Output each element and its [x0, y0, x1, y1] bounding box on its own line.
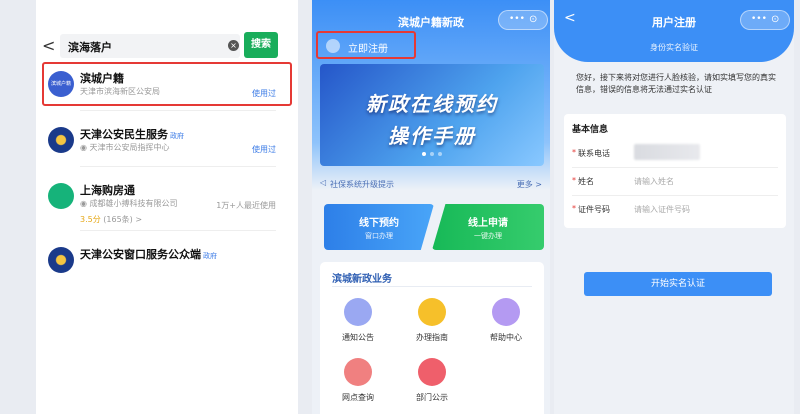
search-bar: < 滨海落户 × 搜索 [36, 32, 298, 60]
search-results: 滨城户籍 滨城户籍 天津市滨海新区公安局 使用过 天津公安民生服务 政府 ◉ 天津… [36, 62, 298, 294]
service-department[interactable]: 部门公示 [404, 358, 460, 414]
section-title: 基本信息 [572, 125, 609, 135]
service-outlet-search[interactable]: 网点查询 [330, 358, 386, 414]
clear-icon[interactable]: × [228, 40, 239, 51]
phone-row: * 联系电话 [572, 140, 778, 168]
more-icon[interactable]: ••• [509, 14, 525, 24]
register-panel: < 用户注册 ••• ⊙ 身份实名验证 您好，接下来将对您进行人脸核验，请如实填… [554, 0, 794, 414]
more-icon[interactable]: ••• [751, 14, 767, 24]
police-badge-icon [48, 127, 74, 153]
offline-title: 线下预约 [359, 218, 399, 229]
start-verification-button[interactable]: 开始实名认证 [584, 272, 772, 296]
offline-sub: 窗口办理 [365, 232, 393, 240]
divider [80, 166, 276, 167]
police-badge-icon [48, 247, 74, 273]
service-label: 办理指南 [416, 333, 448, 342]
online-title: 线上申请 [468, 218, 508, 229]
result-item-tianjin-gongan-chuangkou[interactable]: 天津公安窗口服务公众端 政府 [36, 238, 298, 294]
notice-bar[interactable]: ◁ 社保系统升级提示 更多 > [320, 176, 544, 194]
service-label: 帮助中心 [490, 333, 522, 342]
service-label: 部门公示 [416, 393, 448, 402]
help-icon [492, 298, 520, 326]
notice-icon [344, 298, 372, 326]
speaker-icon: ◁ [320, 178, 327, 187]
highlight-box [42, 62, 292, 106]
used-tag: 使用过 [252, 145, 276, 154]
mini-program-capsule[interactable]: ••• ⊙ [498, 10, 548, 30]
service-guide[interactable]: 办理指南 [404, 298, 460, 354]
result-sub: ◉ 成都雄小搏科技有限公司 [80, 199, 178, 208]
result-name: 上海购房通 [80, 184, 135, 197]
name-row: * 姓名 请输入姓名 [572, 168, 778, 196]
location-icon: ◉ [80, 199, 90, 208]
search-button[interactable]: 搜索 [244, 32, 278, 58]
intro-text: 您好，接下来将对您进行人脸核验，请如实填写您的真实信息，错误的信息将无法通过实名… [576, 73, 776, 94]
id-row: * 证件号码 请输入证件号码 [572, 196, 778, 224]
result-sub: ◉ 天津市公安局指挥中心 [80, 143, 170, 152]
offline-booking-button[interactable]: 线下预约 窗口办理 [324, 204, 434, 250]
page-subtitle: 身份实名验证 [650, 43, 698, 52]
highlight-box [316, 31, 416, 59]
required-mark: * [572, 204, 576, 213]
close-target-icon[interactable]: ⊙ [529, 14, 537, 25]
usage-count: 1万+人最近使用 [216, 201, 276, 210]
section-title: 滨城新政业务 [332, 274, 392, 285]
phone-field[interactable] [634, 144, 700, 160]
close-target-icon[interactable]: ⊙ [771, 14, 779, 25]
id-label: 证件号码 [578, 205, 610, 214]
paper-plane-icon [418, 298, 446, 326]
house-icon [48, 183, 74, 209]
service-label: 通知公告 [342, 333, 374, 342]
search-panel: < 滨海落户 × 搜索 滨城户籍 滨城户籍 天津市滨海新区公安局 使用过 天津公… [36, 0, 298, 414]
result-name: 天津公安民生服务 政府 [80, 128, 184, 141]
divider [80, 110, 276, 111]
divider [332, 286, 532, 287]
carousel-dots [320, 141, 544, 160]
back-icon[interactable]: < [42, 36, 55, 55]
online-apply-button[interactable]: 线上申请 一键办理 [432, 204, 544, 250]
service-notice[interactable]: 通知公告 [330, 298, 386, 354]
service-help[interactable]: 帮助中心 [478, 298, 534, 354]
home-panel: 滨城户籍新政 ••• ⊙ 立即注册 新政在线预约 操作手册 ◁ 社保系统升级提示… [312, 0, 550, 414]
required-mark: * [572, 176, 576, 185]
location-icon: ◉ [80, 143, 90, 152]
phone-label: 联系电话 [578, 149, 610, 158]
result-item-shanghai-goufangtong[interactable]: 上海购房通 ◉ 成都雄小搏科技有限公司 1万+人最近使用 3.5分 (165条)… [36, 174, 298, 238]
id-field[interactable]: 请输入证件号码 [634, 204, 690, 215]
gov-badge: 政府 [170, 132, 184, 140]
online-sub: 一键办理 [474, 232, 502, 240]
location-pin-icon [344, 358, 372, 386]
banner[interactable]: 新政在线预约 操作手册 [320, 64, 544, 166]
search-input[interactable]: 滨海落户 [60, 34, 240, 58]
document-icon [418, 358, 446, 386]
name-label: 姓名 [578, 177, 594, 186]
divider [80, 230, 276, 231]
gov-badge: 政府 [203, 252, 217, 260]
service-label: 网点查询 [342, 393, 374, 402]
rating: 3.5分 (165条) > [80, 215, 143, 224]
more-link[interactable]: 更多 > [517, 179, 542, 190]
required-mark: * [572, 148, 576, 157]
banner-line1: 新政在线预约 [366, 92, 498, 116]
result-name: 天津公安窗口服务公众端 政府 [80, 248, 217, 261]
services-card: 滨城新政业务 通知公告 办理指南 帮助中心 网点查询 部门公示 [320, 262, 544, 414]
basic-info-card: 基本信息 * 联系电话 * 姓名 请输入姓名 * 证件号码 请输入证件号码 [564, 114, 786, 228]
notice-text: 社保系统升级提示 [330, 180, 394, 189]
mini-program-capsule[interactable]: ••• ⊙ [740, 10, 790, 30]
name-field[interactable]: 请输入姓名 [634, 176, 674, 187]
